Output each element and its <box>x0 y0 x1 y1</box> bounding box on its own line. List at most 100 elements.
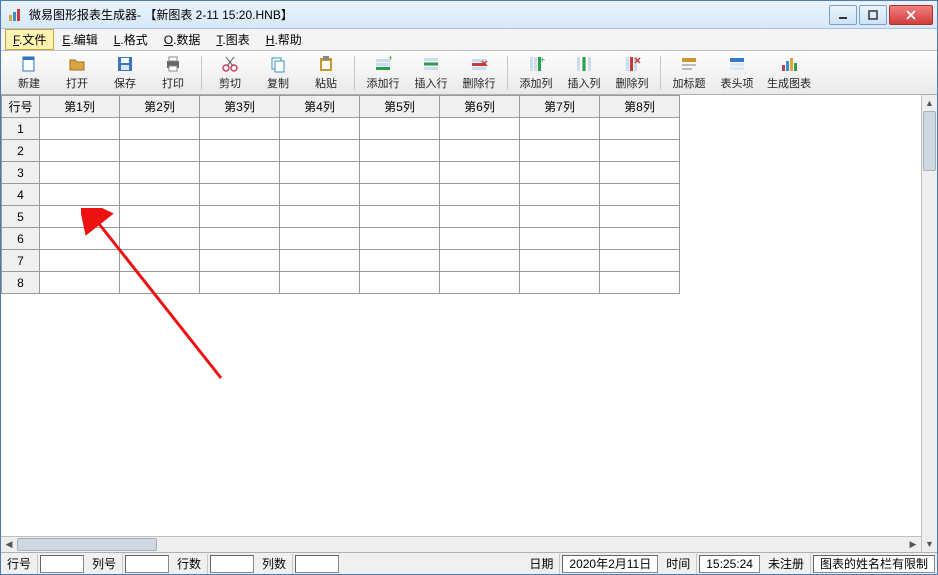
menu-文件[interactable]: F.文件 <box>5 29 54 50</box>
toolbar-插入列[interactable]: 插入列 <box>560 53 608 93</box>
cell[interactable] <box>120 162 200 184</box>
row-header[interactable]: 4 <box>2 184 40 206</box>
cell[interactable] <box>520 162 600 184</box>
cell[interactable] <box>40 228 120 250</box>
menu-格式[interactable]: L.格式 <box>106 29 156 50</box>
col-header[interactable]: 第8列 <box>600 96 680 118</box>
cell[interactable] <box>120 228 200 250</box>
cell[interactable] <box>600 250 680 272</box>
cell[interactable] <box>40 118 120 140</box>
cell[interactable] <box>520 250 600 272</box>
toolbar-粘贴[interactable]: 粘贴 <box>302 53 350 93</box>
cell[interactable] <box>120 184 200 206</box>
toolbar-添加列[interactable]: +添加列 <box>512 53 560 93</box>
cell[interactable] <box>200 162 280 184</box>
toolbar-添加行[interactable]: +添加行 <box>359 53 407 93</box>
cell[interactable] <box>120 118 200 140</box>
cell[interactable] <box>440 250 520 272</box>
cell[interactable] <box>600 140 680 162</box>
cell[interactable] <box>200 140 280 162</box>
toolbar-插入行[interactable]: 插入行 <box>407 53 455 93</box>
cell[interactable] <box>520 228 600 250</box>
cell[interactable] <box>520 272 600 294</box>
cell[interactable] <box>520 206 600 228</box>
toolbar-剪切[interactable]: 剪切 <box>206 53 254 93</box>
col-header[interactable]: 第5列 <box>360 96 440 118</box>
cell[interactable] <box>120 272 200 294</box>
cell[interactable] <box>280 206 360 228</box>
vertical-scrollbar[interactable]: ▲ ▼ <box>921 95 937 552</box>
row-header[interactable]: 5 <box>2 206 40 228</box>
cell[interactable] <box>200 250 280 272</box>
cell[interactable] <box>600 184 680 206</box>
cell[interactable] <box>280 118 360 140</box>
toolbar-生成图表[interactable]: 生成图表 <box>761 53 817 93</box>
menu-数据[interactable]: O.数据 <box>156 29 209 50</box>
toolbar-删除行[interactable]: 删除行 <box>455 53 503 93</box>
vscroll-thumb[interactable] <box>923 111 936 171</box>
hscroll-thumb[interactable] <box>17 538 157 551</box>
scroll-right-icon[interactable]: ▶ <box>905 537 921 552</box>
toolbar-打印[interactable]: 打印 <box>149 53 197 93</box>
cell[interactable] <box>120 206 200 228</box>
cell[interactable] <box>440 228 520 250</box>
cell[interactable] <box>520 184 600 206</box>
cell[interactable] <box>280 228 360 250</box>
cell[interactable] <box>600 228 680 250</box>
toolbar-保存[interactable]: 保存 <box>101 53 149 93</box>
cell[interactable] <box>200 118 280 140</box>
col-header[interactable]: 第7列 <box>520 96 600 118</box>
cell[interactable] <box>200 184 280 206</box>
cell[interactable] <box>360 206 440 228</box>
cell[interactable] <box>440 162 520 184</box>
cell[interactable] <box>40 184 120 206</box>
cell[interactable] <box>40 206 120 228</box>
horizontal-scrollbar[interactable]: ◀ ▶ <box>1 536 921 552</box>
col-header[interactable]: 第3列 <box>200 96 280 118</box>
cell[interactable] <box>200 272 280 294</box>
cell[interactable] <box>440 272 520 294</box>
maximize-button[interactable] <box>859 5 887 25</box>
rowhead-corner[interactable]: 行号 <box>2 96 40 118</box>
cell[interactable] <box>440 184 520 206</box>
col-header[interactable]: 第4列 <box>280 96 360 118</box>
cell[interactable] <box>360 118 440 140</box>
cell[interactable] <box>120 250 200 272</box>
minimize-button[interactable] <box>829 5 857 25</box>
toolbar-新建[interactable]: 新建 <box>5 53 53 93</box>
toolbar-加标题[interactable]: 加标题 <box>665 53 713 93</box>
cell[interactable] <box>280 140 360 162</box>
menu-帮助[interactable]: H.帮助 <box>258 29 310 50</box>
cell[interactable] <box>600 162 680 184</box>
row-header[interactable]: 8 <box>2 272 40 294</box>
cell[interactable] <box>520 140 600 162</box>
close-button[interactable] <box>889 5 933 25</box>
row-header[interactable]: 2 <box>2 140 40 162</box>
cell[interactable] <box>120 140 200 162</box>
cell[interactable] <box>600 272 680 294</box>
scroll-up-icon[interactable]: ▲ <box>922 95 937 111</box>
cell[interactable] <box>360 250 440 272</box>
toolbar-打开[interactable]: 打开 <box>53 53 101 93</box>
cell[interactable] <box>360 162 440 184</box>
scroll-down-icon[interactable]: ▼ <box>922 536 937 552</box>
row-header[interactable]: 3 <box>2 162 40 184</box>
cell[interactable] <box>280 162 360 184</box>
cell[interactable] <box>440 118 520 140</box>
cell[interactable] <box>440 140 520 162</box>
col-header[interactable]: 第2列 <box>120 96 200 118</box>
cell[interactable] <box>360 228 440 250</box>
cell[interactable] <box>600 206 680 228</box>
cell[interactable] <box>280 250 360 272</box>
cell[interactable] <box>40 162 120 184</box>
cell[interactable] <box>280 184 360 206</box>
menu-图表[interactable]: T.图表 <box>208 29 257 50</box>
menu-编辑[interactable]: E.编辑 <box>54 29 105 50</box>
cell[interactable] <box>520 118 600 140</box>
col-header[interactable]: 第1列 <box>40 96 120 118</box>
cell[interactable] <box>440 206 520 228</box>
cell[interactable] <box>280 272 360 294</box>
cell[interactable] <box>600 118 680 140</box>
toolbar-删除列[interactable]: 删除列 <box>608 53 656 93</box>
cell[interactable] <box>40 250 120 272</box>
